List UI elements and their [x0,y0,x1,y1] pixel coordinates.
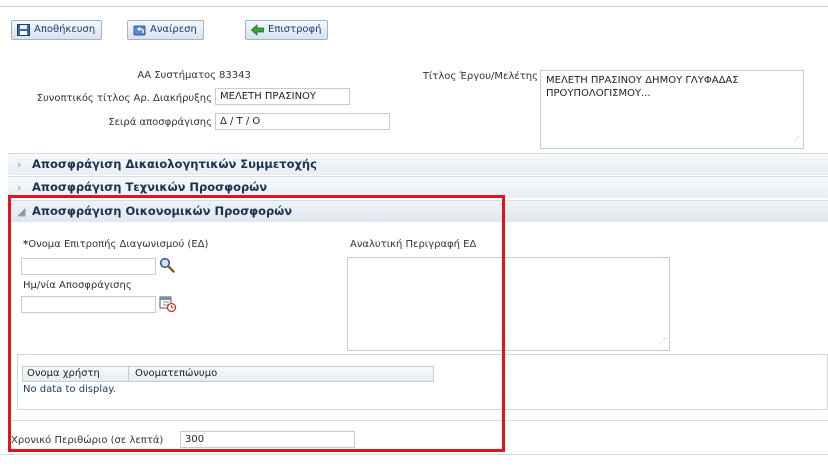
undo-button-label: Αναίρεση [150,24,197,35]
project-title-label: Τίτλος Έργου/Μελέτης [422,71,538,82]
arrow-left-icon [251,24,264,36]
save-button[interactable]: Αποθήκευση [11,20,103,40]
floppy-disk-icon [17,24,30,36]
short-title-label: Συνοπτικός τίτλος Αρ. Διακήρυξης [36,93,212,104]
system-no-label: ΑΑ Συστήματος [137,70,216,81]
undo-icon [133,25,146,36]
project-title-text: ΜΕΛΕΤΗ ΠΡΑΣΙΝΟΥ ΔΗΜΟΥ ΓΛΥΦΑΔΑΣ ΠΡΟΥΠΟΛΟΓ… [546,75,739,99]
window-top-edge [0,0,828,7]
project-title-field[interactable]: ΜΕΛΕΤΗ ΠΡΑΣΙΝΟΥ ΔΗΜΟΥ ΓΛΥΦΑΔΑΣ ΠΡΟΥΠΟΛΟΓ… [540,70,804,149]
section-qualifications-title: Αποσφράγιση Δικαιολογητικών Συμμετοχής [32,157,317,171]
section-technical-title: Αποσφράγιση Τεχνικών Προσφορών [32,180,268,194]
highlight-box [8,195,505,452]
chevron-right-icon: › [17,158,22,171]
resize-grip-icon[interactable]: ⋰ [659,335,666,348]
unseal-order-field[interactable]: Δ / Τ / Ο [215,113,390,130]
back-button-label: Επιστροφή [268,24,322,35]
undo-button[interactable]: Αναίρεση [127,20,204,40]
back-button[interactable]: Επιστροφή [245,20,329,40]
short-title-field[interactable]: ΜΕΛΕΤΗ ΠΡΑΣΙΝΟΥ [215,88,350,105]
section-qualifications[interactable]: › Αποσφράγιση Δικαιολογητικών Συμμετοχής [8,153,828,175]
unseal-order-label: Σειρά αποσφράγισης [108,117,212,128]
resize-grip-icon[interactable]: ⋰ [793,133,800,146]
save-button-label: Αποθήκευση [34,24,96,35]
system-no-value: 83343 [219,70,251,81]
bottom-divider [0,454,828,455]
